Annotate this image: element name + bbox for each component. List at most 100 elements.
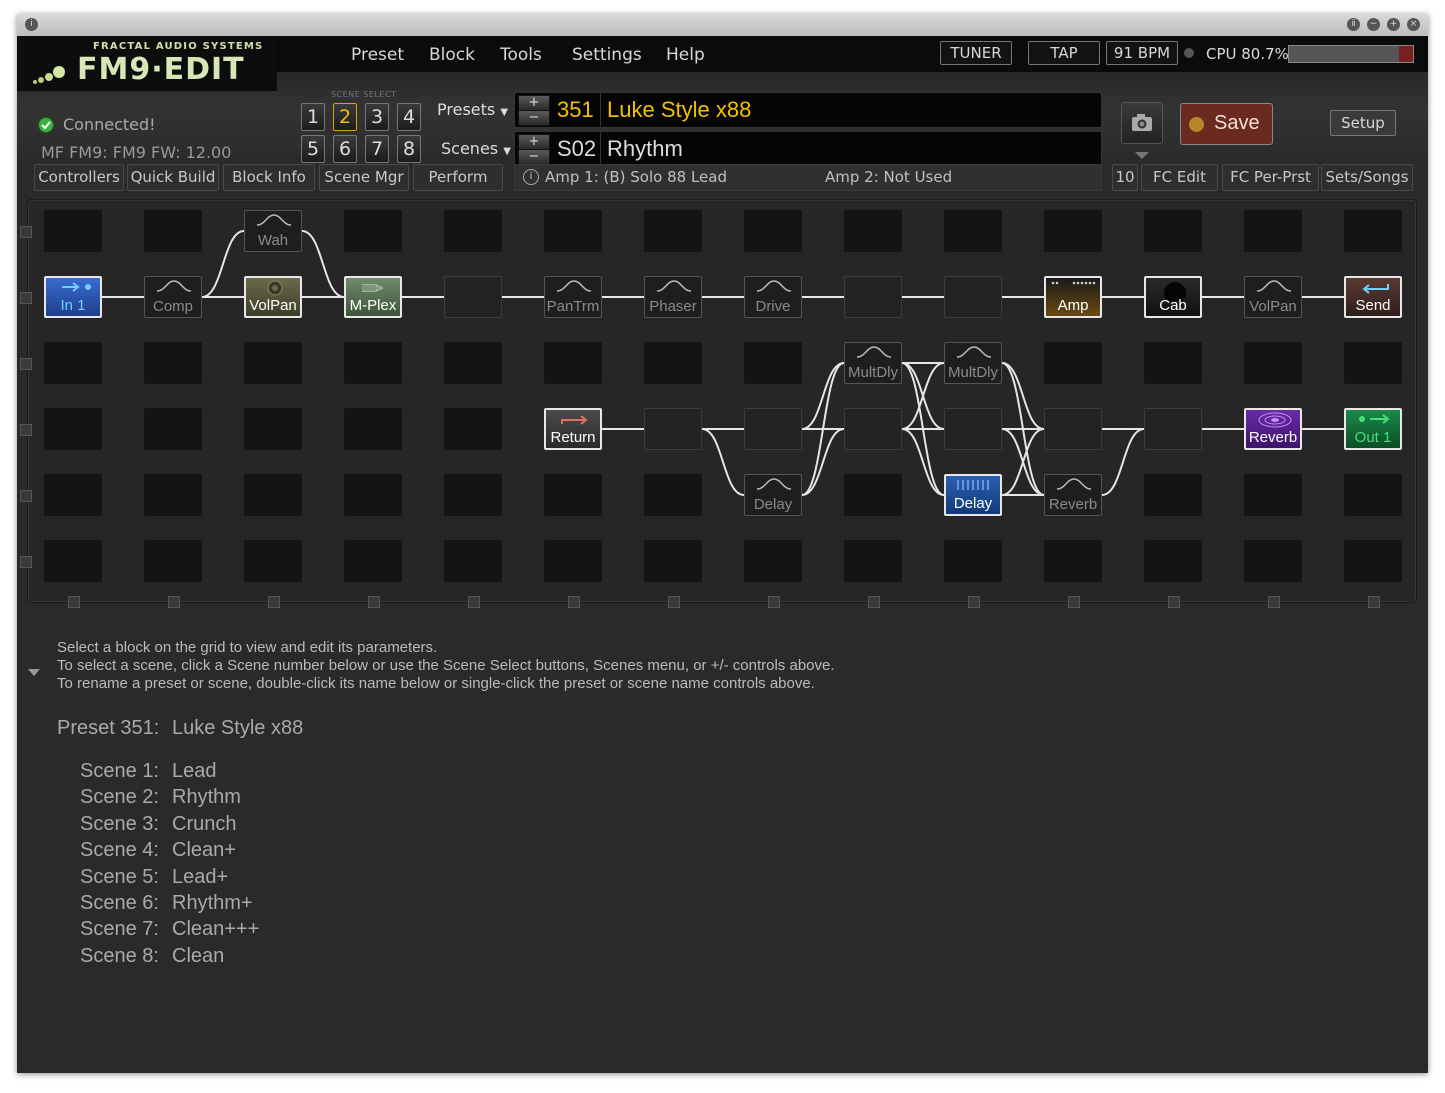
routing-grid[interactable]: In 1 Comp Wah VolPan M-Plex PanTrm Phaser Drive… [20, 199, 1417, 608]
scene-select-button-6[interactable]: 6 [333, 135, 357, 163]
scene-list-item[interactable]: Scene 4: Clean+ [80, 839, 236, 862]
scene-select-button-3[interactable]: 3 [365, 103, 389, 131]
presets-menu[interactable]: Presets ▼ [437, 100, 508, 119]
block-send[interactable]: Send [1344, 276, 1402, 318]
block-return[interactable]: Return [544, 408, 602, 450]
scene-list-item[interactable]: Scene 1: Lead [80, 760, 217, 783]
preset-number[interactable]: 351 [557, 97, 594, 123]
fc-edit-button[interactable]: FC Edit [1141, 164, 1218, 191]
scene-list-item[interactable]: Scene 7: Clean+++ [80, 918, 259, 941]
scenes-menu[interactable]: Scenes ▼ [441, 139, 511, 158]
screenshot-button[interactable] [1121, 102, 1163, 144]
block-pantrm[interactable]: PanTrm [544, 276, 602, 318]
scene-list-item[interactable]: Scene 8: Clean [80, 945, 224, 968]
preset-plus-button[interactable]: + [518, 95, 550, 111]
setup-button[interactable]: Setup [1330, 110, 1396, 136]
close-icon[interactable]: × [1407, 18, 1420, 31]
scene-select-button-5[interactable]: 5 [301, 135, 325, 163]
menu-block[interactable]: Block [429, 45, 475, 65]
block-reverb[interactable]: Reverb [1044, 474, 1102, 516]
scene-select-label: SCENE SELECT [331, 90, 397, 99]
block-empty[interactable] [1044, 408, 1102, 450]
scene-list-name[interactable]: Rhythm [172, 786, 241, 808]
fc-number-button[interactable]: 10 [1112, 164, 1138, 191]
scene-select-button-4[interactable]: 4 [397, 103, 421, 131]
block-empty[interactable] [844, 276, 902, 318]
block-label: PanTrm [546, 298, 600, 315]
scene-list-name[interactable]: Crunch [172, 813, 236, 835]
block-multdly[interactable]: MultDly [944, 342, 1002, 384]
window-menu-icon[interactable]: ⅰ [25, 18, 38, 31]
block-in-1[interactable]: In 1 [44, 276, 102, 318]
tuner-button[interactable]: TUNER [940, 41, 1012, 65]
sets-songs-button[interactable]: Sets/Songs [1321, 164, 1413, 191]
menu-settings[interactable]: Settings [572, 45, 642, 65]
scene-select-button-7[interactable]: 7 [365, 135, 389, 163]
menu-help[interactable]: Help [666, 45, 705, 65]
scene-select-button-8[interactable]: 8 [397, 135, 421, 163]
block-out-1[interactable]: Out 1 [1344, 408, 1402, 450]
preset-minus-button[interactable]: − [518, 110, 550, 126]
tap-button[interactable]: TAP [1028, 41, 1100, 65]
scene-select-button-1[interactable]: 1 [301, 103, 325, 131]
scene-list-item[interactable]: Scene 2: Rhythm [80, 786, 241, 809]
scene-list-item[interactable]: Scene 6: Rhythm+ [80, 892, 253, 915]
scene-list-name[interactable]: Clean [172, 945, 224, 967]
scene-list-name[interactable]: Clean+ [172, 839, 236, 861]
block-empty[interactable] [944, 276, 1002, 318]
scene-mgr-button[interactable]: Scene Mgr [319, 164, 409, 191]
block-comp[interactable]: Comp [144, 276, 202, 318]
cable [801, 428, 845, 496]
tempo-led-icon [1184, 48, 1194, 58]
maximize-icon[interactable]: + [1387, 18, 1400, 31]
block-delay[interactable]: Delay [944, 474, 1002, 516]
save-button[interactable]: Save [1180, 103, 1273, 145]
block-m-plex[interactable]: M-Plex [344, 276, 402, 318]
controllers-button[interactable]: Controllers [34, 164, 124, 191]
block-drive[interactable]: Drive [744, 276, 802, 318]
scene-list-item[interactable]: Scene 5: Lead+ [80, 866, 228, 889]
menu-preset[interactable]: Preset [351, 45, 404, 65]
preset-summary[interactable]: Preset 351: Luke Style x88 [57, 717, 303, 740]
block-wah[interactable]: Wah [244, 210, 302, 252]
bpm-display[interactable]: 91 BPM [1106, 41, 1178, 65]
quick-build-button[interactable]: Quick Build [127, 164, 219, 191]
scene-list-name[interactable]: Lead [172, 760, 217, 782]
block-label: Send [1355, 297, 1391, 314]
collapse-arrow-icon[interactable] [28, 669, 40, 676]
scene-list-name[interactable]: Clean+++ [172, 918, 259, 940]
block-label: Phaser [649, 298, 697, 315]
block-reverb[interactable]: Reverb [1244, 408, 1302, 450]
delay-icon [756, 478, 792, 490]
block-cab[interactable]: Cab [1144, 276, 1202, 318]
block-phaser[interactable]: Phaser [644, 276, 702, 318]
menu-tools[interactable]: Tools [500, 45, 542, 65]
block-empty[interactable] [1144, 408, 1202, 450]
block-empty[interactable] [744, 408, 802, 450]
block-empty[interactable] [844, 408, 902, 450]
window-info-icon[interactable]: ⅱ [1347, 18, 1360, 31]
minimize-icon[interactable]: − [1367, 18, 1380, 31]
camera-dropdown-icon[interactable] [1135, 152, 1149, 159]
preset-name[interactable]: Luke Style x88 [607, 97, 751, 123]
scene-number[interactable]: S02 [557, 136, 596, 162]
scene-list-name[interactable]: Rhythm+ [172, 892, 253, 914]
scene-name[interactable]: Rhythm [607, 136, 683, 162]
scene-select-button-2[interactable]: 2 [333, 103, 357, 131]
block-info-button[interactable]: Block Info [223, 164, 315, 191]
scene-plus-button[interactable]: + [518, 134, 550, 150]
block-empty[interactable] [644, 408, 702, 450]
scene-list-name[interactable]: Lead+ [172, 866, 228, 888]
perform-button[interactable]: Perform [413, 164, 503, 191]
block-empty[interactable] [444, 276, 502, 318]
block-empty[interactable] [944, 408, 1002, 450]
block-multdly[interactable]: MultDly [844, 342, 902, 384]
preset-summary-name[interactable]: Luke Style x88 [172, 717, 303, 739]
block-volpan[interactable]: VolPan [1244, 276, 1302, 318]
scene-list-item[interactable]: Scene 3: Crunch [80, 813, 236, 836]
scene-minus-button[interactable]: − [518, 149, 550, 165]
block-delay[interactable]: Delay [744, 474, 802, 516]
fc-per-prst-button[interactable]: FC Per-Prst [1222, 164, 1319, 191]
block-amp[interactable]: Amp [1044, 276, 1102, 318]
block-volpan[interactable]: VolPan [244, 276, 302, 318]
